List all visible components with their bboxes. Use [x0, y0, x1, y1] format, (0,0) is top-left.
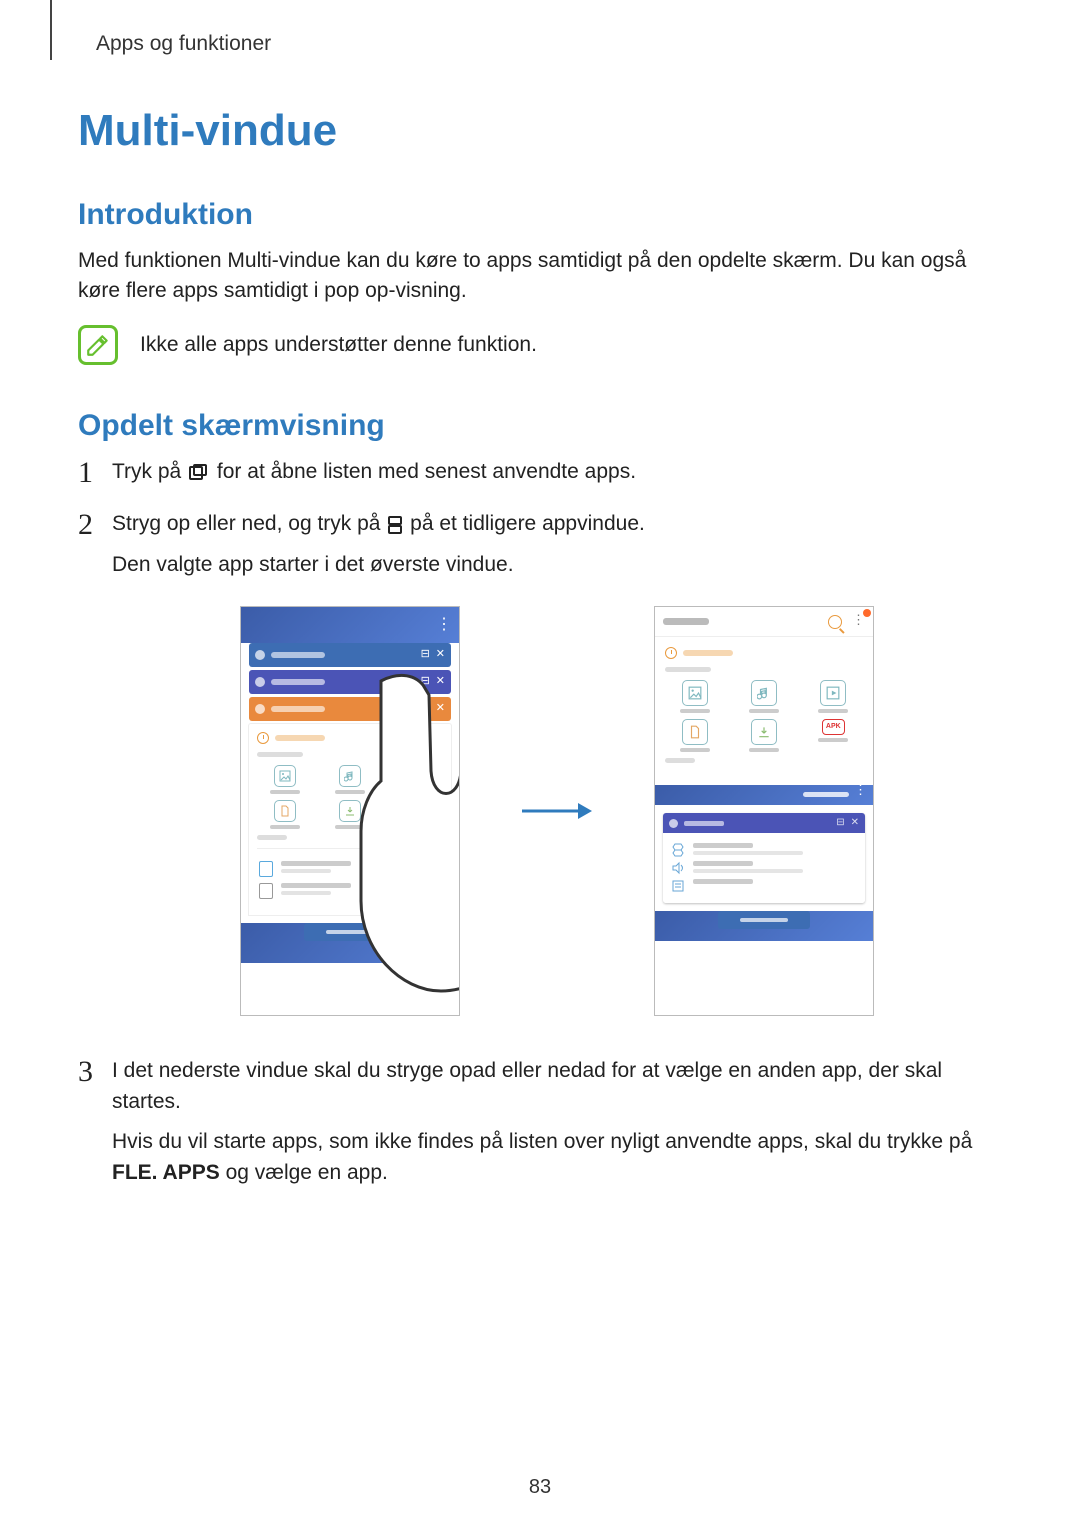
files-preview-panel: APK [249, 724, 451, 915]
close-icon: ✕ [851, 816, 859, 831]
left-bottom-bar [241, 923, 459, 963]
step-number: 1 [78, 451, 93, 495]
phone-storage-icon [259, 861, 273, 877]
clock-icon [665, 647, 677, 659]
left-card-stack: ⊟✕ ⊟✕ ⊟✕ [241, 643, 459, 915]
section-split-heading: Opdelt skærmvisning [78, 409, 1002, 443]
steps-list: 1 Tryk på for at åbne listen med senest … [78, 457, 1002, 1188]
close-icon: ✕ [436, 701, 445, 717]
step-2: 2 Stryg op eller ned, og tryk på på et t… [78, 509, 1002, 1016]
page-title: Multi-vindue [78, 106, 1002, 156]
recent-app-card: ⊟✕ [249, 670, 451, 694]
page-number: 83 [0, 1476, 1080, 1499]
images-icon [682, 680, 708, 706]
note-icon [78, 325, 118, 365]
more-apps-bar: ⋮ [655, 785, 873, 805]
downloads-icon [751, 719, 777, 745]
step-1: 1 Tryk på for at åbne listen med senest … [78, 457, 1002, 487]
storage-section [257, 848, 443, 911]
audio-icon [339, 765, 361, 787]
category-label [665, 667, 711, 672]
pencil-icon [85, 332, 111, 358]
video-icon [404, 765, 426, 787]
step-1-text-b: for at åbne listen med senest anvendte a… [217, 460, 636, 483]
step-2-subtext: Den valgte app starter i det øverste vin… [112, 550, 1002, 580]
category-grid: APK [665, 680, 863, 752]
settings-row [671, 879, 857, 893]
arrow-icon [520, 799, 594, 823]
video-icon [820, 680, 846, 706]
intro-paragraph: Med funktionen Multi-vindue kan du køre … [78, 246, 1002, 307]
apk-icon: APK [822, 719, 845, 735]
step-3-text-a: I det nederste vindue skal du stryge opa… [112, 1059, 942, 1112]
step-number: 3 [78, 1050, 93, 1094]
split-icon: ⊟ [421, 647, 430, 663]
right-top-pane: APK [655, 637, 873, 781]
breadcrumb: Apps og funktioner [96, 32, 1002, 56]
recents-icon [189, 464, 209, 480]
split-icon: ⊟ [421, 701, 430, 717]
sound-icon [671, 861, 685, 875]
documents-icon [274, 800, 296, 822]
step-3: 3 I det nederste vindue skal du stryge o… [78, 1056, 1002, 1188]
close-icon: ✕ [436, 674, 445, 690]
downloads-icon [339, 800, 361, 822]
more-icon: ⋮ [436, 613, 451, 636]
images-icon [274, 765, 296, 787]
close-all-button [718, 911, 810, 929]
right-bottom-bar [655, 911, 873, 941]
step-2-text-b: på et tidligere appvindue. [410, 512, 645, 535]
right-topbar: ⋮ [655, 607, 873, 637]
sd-card-icon [259, 883, 273, 899]
recent-app-card: ⊟✕ [249, 643, 451, 667]
audio-icon [751, 680, 777, 706]
bottom-app-card: ⊟✕ [663, 813, 865, 903]
recent-files-line [665, 647, 863, 659]
recent-app-card: ⊟✕ [249, 697, 451, 721]
step-2-text-a: Stryg op eller ned, og tryk på [112, 512, 386, 535]
left-topbar: ⋮ [241, 607, 459, 643]
splitscreen-icon [388, 516, 402, 534]
step-3-text-b: Hvis du vil starte apps, som ikke findes… [112, 1130, 972, 1153]
recent-files-line [257, 732, 443, 744]
more-icon: ⋮ [854, 787, 867, 792]
close-all-button [304, 923, 396, 941]
section-label [665, 758, 695, 763]
close-icon: ✕ [436, 647, 445, 663]
documents-icon [682, 719, 708, 745]
category-label [257, 752, 303, 757]
notifications-icon [671, 879, 685, 893]
clock-icon [257, 732, 269, 744]
split-icon: ⊟ [836, 816, 844, 831]
step-1-text-a: Tryk på [112, 460, 187, 483]
figure-phone-left: ⋮ ⊟✕ ⊟✕ ⊟✕ [240, 606, 460, 1016]
notification-badge-icon [863, 609, 871, 617]
settings-row [671, 843, 857, 857]
category-grid: APK [257, 765, 443, 829]
page-content: Apps og funktioner Multi-vindue Introduk… [0, 0, 1080, 1188]
step-3-bold: FLE. APPS [112, 1161, 220, 1184]
step-3-subtext: Hvis du vil starte apps, som ikke findes… [112, 1127, 1002, 1188]
more-apps-label [803, 792, 849, 797]
section-introduction-heading: Introduktion [78, 198, 1002, 232]
note-callout: Ikke alle apps understøtter denne funkti… [78, 325, 1002, 365]
instruction-figure: ⋮ ⊟✕ ⊟✕ ⊟✕ [112, 606, 1002, 1016]
step-3-text-c: og vælge en app. [220, 1161, 388, 1184]
settings-preview [663, 833, 865, 903]
storage-row [259, 861, 441, 877]
page-fold-line [50, 0, 52, 60]
connections-icon [671, 843, 685, 857]
step-number: 2 [78, 503, 93, 547]
split-icon: ⊟ [421, 674, 430, 690]
app-title-placeholder [663, 618, 709, 625]
apk-icon: APK [404, 800, 427, 816]
settings-row [671, 861, 857, 875]
storage-row [259, 883, 441, 899]
note-text: Ikke alle apps understøtter denne funkti… [140, 333, 537, 357]
section-label [257, 835, 287, 840]
figure-phone-right: ⋮ APK [654, 606, 874, 1016]
app-icon [669, 819, 678, 828]
search-icon [828, 615, 842, 629]
card-header: ⊟✕ [663, 813, 865, 833]
